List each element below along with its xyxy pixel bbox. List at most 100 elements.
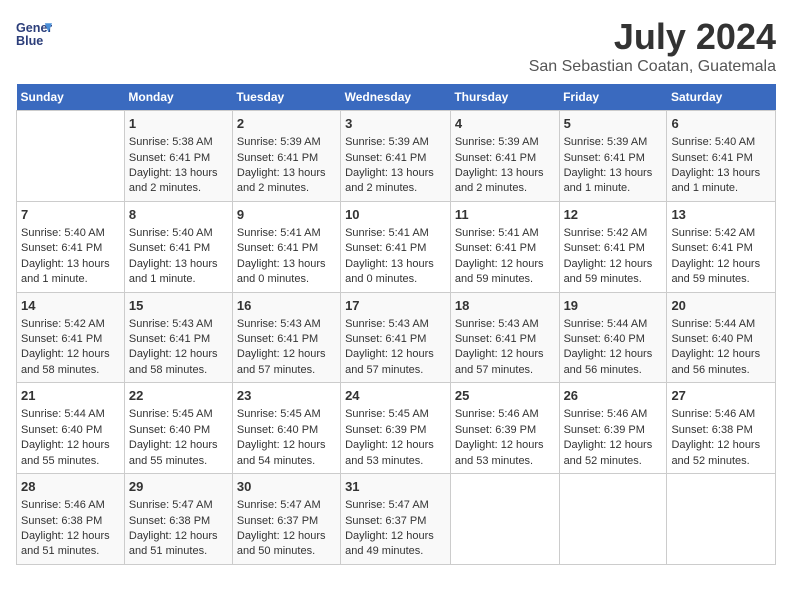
- calendar-cell: 12Sunrise: 5:42 AMSunset: 6:41 PMDayligh…: [559, 201, 667, 292]
- day-number: 4: [455, 115, 555, 133]
- sunset-text: Sunset: 6:41 PM: [237, 151, 336, 166]
- daylight-text: Daylight: 12 hours and 56 minutes.: [564, 347, 663, 378]
- header-day-friday: Friday: [559, 84, 667, 111]
- sunset-text: Sunset: 6:41 PM: [129, 332, 228, 347]
- sunrise-text: Sunrise: 5:39 AM: [237, 135, 336, 150]
- calendar-cell: 4Sunrise: 5:39 AMSunset: 6:41 PMDaylight…: [450, 111, 559, 202]
- sunset-text: Sunset: 6:41 PM: [21, 332, 120, 347]
- calendar-cell: 23Sunrise: 5:45 AMSunset: 6:40 PMDayligh…: [232, 383, 340, 474]
- main-title: July 2024: [529, 16, 776, 58]
- daylight-text: Daylight: 12 hours and 58 minutes.: [21, 347, 120, 378]
- calendar-cell: 1Sunrise: 5:38 AMSunset: 6:41 PMDaylight…: [124, 111, 232, 202]
- logo-icon: General Blue: [16, 16, 52, 52]
- daylight-text: Daylight: 13 hours and 1 minute.: [671, 166, 771, 197]
- day-number: 10: [345, 206, 446, 224]
- calendar-cell: 13Sunrise: 5:42 AMSunset: 6:41 PMDayligh…: [667, 201, 776, 292]
- header-day-sunday: Sunday: [17, 84, 125, 111]
- day-number: 17: [345, 297, 446, 315]
- week-row-1: 7Sunrise: 5:40 AMSunset: 6:41 PMDaylight…: [17, 201, 776, 292]
- sunrise-text: Sunrise: 5:47 AM: [237, 498, 336, 513]
- sunset-text: Sunset: 6:40 PM: [237, 423, 336, 438]
- sunset-text: Sunset: 6:39 PM: [564, 423, 663, 438]
- calendar-cell: 25Sunrise: 5:46 AMSunset: 6:39 PMDayligh…: [450, 383, 559, 474]
- calendar-cell: [667, 474, 776, 565]
- day-number: 19: [564, 297, 663, 315]
- day-number: 6: [671, 115, 771, 133]
- sunset-text: Sunset: 6:40 PM: [671, 332, 771, 347]
- calendar-cell: 5Sunrise: 5:39 AMSunset: 6:41 PMDaylight…: [559, 111, 667, 202]
- calendar-cell: 2Sunrise: 5:39 AMSunset: 6:41 PMDaylight…: [232, 111, 340, 202]
- calendar-cell: 28Sunrise: 5:46 AMSunset: 6:38 PMDayligh…: [17, 474, 125, 565]
- calendar-cell: 19Sunrise: 5:44 AMSunset: 6:40 PMDayligh…: [559, 292, 667, 383]
- subtitle: San Sebastian Coatan, Guatemala: [529, 58, 776, 76]
- daylight-text: Daylight: 13 hours and 1 minute.: [564, 166, 663, 197]
- day-number: 24: [345, 387, 446, 405]
- sunset-text: Sunset: 6:41 PM: [345, 332, 446, 347]
- day-number: 3: [345, 115, 446, 133]
- calendar-cell: 7Sunrise: 5:40 AMSunset: 6:41 PMDaylight…: [17, 201, 125, 292]
- day-number: 2: [237, 115, 336, 133]
- sunset-text: Sunset: 6:41 PM: [564, 241, 663, 256]
- daylight-text: Daylight: 13 hours and 0 minutes.: [345, 257, 446, 288]
- daylight-text: Daylight: 12 hours and 54 minutes.: [237, 438, 336, 469]
- daylight-text: Daylight: 12 hours and 57 minutes.: [455, 347, 555, 378]
- sunset-text: Sunset: 6:41 PM: [237, 241, 336, 256]
- sunset-text: Sunset: 6:40 PM: [21, 423, 120, 438]
- sunset-text: Sunset: 6:41 PM: [671, 151, 771, 166]
- daylight-text: Daylight: 12 hours and 55 minutes.: [21, 438, 120, 469]
- sunrise-text: Sunrise: 5:46 AM: [671, 407, 771, 422]
- daylight-text: Daylight: 12 hours and 52 minutes.: [671, 438, 771, 469]
- daylight-text: Daylight: 12 hours and 53 minutes.: [345, 438, 446, 469]
- calendar-cell: 27 Sunrise: 5:46 AMSunset: 6:38 PMDayligh…: [667, 383, 776, 474]
- day-number: 27: [671, 387, 771, 405]
- calendar-cell: [559, 474, 667, 565]
- sunset-text: Sunset: 6:38 PM: [671, 423, 771, 438]
- week-row-3: 21Sunrise: 5:44 AMSunset: 6:40 PMDayligh…: [17, 383, 776, 474]
- daylight-text: Daylight: 12 hours and 51 minutes.: [21, 529, 120, 560]
- calendar-cell: 21Sunrise: 5:44 AMSunset: 6:40 PMDayligh…: [17, 383, 125, 474]
- day-number: 1: [129, 115, 228, 133]
- daylight-text: Daylight: 12 hours and 53 minutes.: [455, 438, 555, 469]
- sunrise-text: Sunrise: 5:46 AM: [455, 407, 555, 422]
- sunrise-text: Sunrise: 5:38 AM: [129, 135, 228, 150]
- sunset-text: Sunset: 6:41 PM: [21, 241, 120, 256]
- calendar-cell: 29Sunrise: 5:47 AMSunset: 6:38 PMDayligh…: [124, 474, 232, 565]
- daylight-text: Daylight: 12 hours and 52 minutes.: [564, 438, 663, 469]
- sunset-text: Sunset: 6:41 PM: [237, 332, 336, 347]
- sunrise-text: Sunrise: 5:45 AM: [129, 407, 228, 422]
- header-row: SundayMondayTuesdayWednesdayThursdayFrid…: [17, 84, 776, 111]
- day-number: 29: [129, 478, 228, 496]
- sunset-text: Sunset: 6:40 PM: [564, 332, 663, 347]
- day-number: 25: [455, 387, 555, 405]
- daylight-text: Daylight: 13 hours and 2 minutes.: [129, 166, 228, 197]
- sunrise-text: Sunrise: 5:39 AM: [564, 135, 663, 150]
- calendar-cell: 8Sunrise: 5:40 AMSunset: 6:41 PMDaylight…: [124, 201, 232, 292]
- sunrise-text: Sunrise: 5:39 AM: [345, 135, 446, 150]
- sunset-text: Sunset: 6:41 PM: [455, 151, 555, 166]
- sunset-text: Sunset: 6:40 PM: [129, 423, 228, 438]
- sunrise-text: Sunrise: 5:42 AM: [671, 226, 771, 241]
- calendar-cell: 3Sunrise: 5:39 AMSunset: 6:41 PMDaylight…: [341, 111, 451, 202]
- calendar-cell: [17, 111, 125, 202]
- calendar-cell: 14Sunrise: 5:42 AMSunset: 6:41 PMDayligh…: [17, 292, 125, 383]
- header-day-wednesday: Wednesday: [341, 84, 451, 111]
- calendar-cell: 31Sunrise: 5:47 AMSunset: 6:37 PMDayligh…: [341, 474, 451, 565]
- daylight-text: Daylight: 12 hours and 57 minutes.: [237, 347, 336, 378]
- day-number: 22: [129, 387, 228, 405]
- daylight-text: Daylight: 12 hours and 59 minutes.: [671, 257, 771, 288]
- calendar-cell: [450, 474, 559, 565]
- sunrise-text: Sunrise: 5:41 AM: [237, 226, 336, 241]
- title-area: July 2024 San Sebastian Coatan, Guatemal…: [529, 16, 776, 76]
- sunrise-text: Sunrise: 5:42 AM: [21, 317, 120, 332]
- day-number: 12: [564, 206, 663, 224]
- sunrise-text: Sunrise: 5:39 AM: [455, 135, 555, 150]
- sunrise-text: Sunrise: 5:40 AM: [129, 226, 228, 241]
- day-number: 8: [129, 206, 228, 224]
- sunrise-text: Sunrise: 5:40 AM: [21, 226, 120, 241]
- sunrise-text: Sunrise: 5:45 AM: [345, 407, 446, 422]
- calendar-cell: 11Sunrise: 5:41 AMSunset: 6:41 PMDayligh…: [450, 201, 559, 292]
- calendar-cell: 6Sunrise: 5:40 AMSunset: 6:41 PMDaylight…: [667, 111, 776, 202]
- sunset-text: Sunset: 6:41 PM: [129, 241, 228, 256]
- sunrise-text: Sunrise: 5:43 AM: [455, 317, 555, 332]
- daylight-text: Daylight: 12 hours and 56 minutes.: [671, 347, 771, 378]
